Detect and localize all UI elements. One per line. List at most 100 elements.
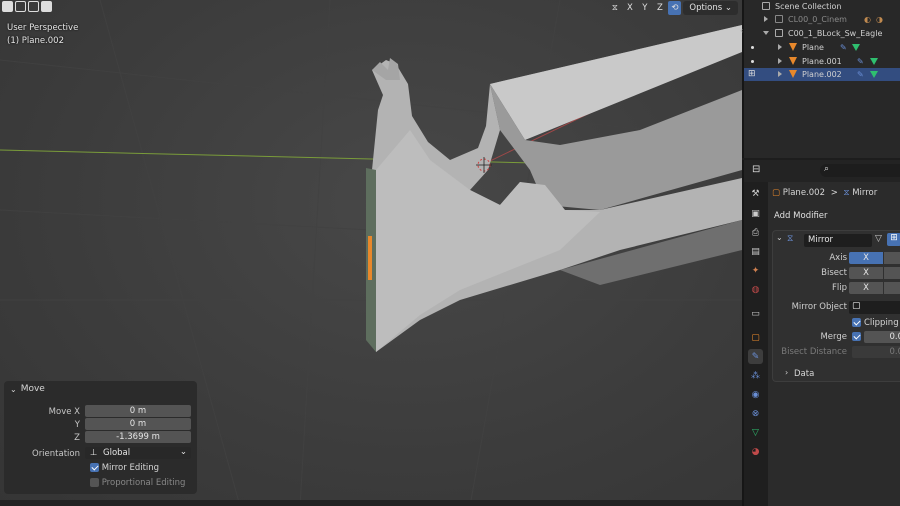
move-panel-header[interactable]: ⌄ Move: [4, 381, 197, 397]
outliner-item-scene-collection[interactable]: Scene Collection: [744, 0, 900, 13]
mirror-x-toggle[interactable]: X: [623, 1, 636, 15]
outliner-panel[interactable]: Scene Collection CL00_0_Cinem ◐ ◑ C00_1_…: [740, 0, 900, 158]
physics-icon: ◉: [751, 389, 760, 400]
wrench-icon: ✎: [751, 351, 760, 362]
viewport-mode-icons[interactable]: [2, 1, 52, 12]
flip-row: Flip X: [773, 282, 900, 294]
move-x-field[interactable]: 0 m: [85, 405, 191, 417]
modifier-name-input[interactable]: Mirror: [804, 234, 872, 247]
move-y-field[interactable]: 0 m: [85, 418, 191, 430]
axis-x-toggle[interactable]: X: [849, 252, 883, 264]
options-dropdown[interactable]: Options ⌄: [683, 1, 738, 15]
modifier-wrench-icon: ✎: [840, 43, 847, 52]
tab-particles[interactable]: ⁂: [748, 368, 763, 383]
move-y-row: Y 0 m: [4, 418, 197, 431]
tab-data[interactable]: ▽: [748, 425, 763, 440]
tab-tool[interactable]: ⚒: [748, 186, 763, 201]
visibility-dot-icon[interactable]: [751, 60, 754, 63]
tab-constraints[interactable]: ⊗: [748, 406, 763, 421]
material-icon: ◕: [751, 446, 760, 457]
tab-render[interactable]: ▣: [748, 206, 763, 221]
tab-material[interactable]: ◕: [748, 444, 763, 459]
merge-label: Merge: [820, 332, 847, 342]
tool-icon: ⚒: [751, 188, 760, 199]
chevron-down-icon[interactable]: [763, 31, 769, 35]
breadcrumb-modifier: Mirror: [852, 188, 878, 198]
chevron-down-icon[interactable]: ⌄: [776, 233, 783, 242]
chevron-right-icon: ›: [785, 368, 789, 377]
camera-data-icon: ◑: [876, 15, 883, 24]
tab-scene[interactable]: ✦: [748, 263, 763, 278]
constraints-icon: ⊗: [751, 408, 760, 419]
tab-output[interactable]: ⎙: [748, 225, 763, 240]
bisect-x-toggle[interactable]: X: [849, 267, 883, 279]
tab-collection[interactable]: ▭: [748, 306, 763, 321]
proportional-editing-checkbox[interactable]: [90, 478, 99, 487]
outliner-item-plane[interactable]: Plane ✎: [744, 41, 900, 54]
selected-edge: [368, 236, 372, 280]
orientation-select[interactable]: Global ⊥ ⌄: [85, 447, 191, 459]
realtime-toggle-icon[interactable]: ⊞: [887, 233, 900, 246]
flip-x-toggle[interactable]: X: [849, 282, 883, 294]
bisect-y-toggle[interactable]: [884, 267, 900, 279]
select-mode-icon[interactable]: [2, 1, 13, 12]
outliner-item-cl00-cinem[interactable]: CL00_0_Cinem ◐ ◑: [744, 13, 900, 26]
auto-merge-icon[interactable]: ⟲: [668, 1, 682, 15]
breadcrumb-separator: >: [830, 188, 838, 198]
outliner-item-label: CL00_0_Cinem: [788, 15, 847, 24]
mirror-object-field[interactable]: ▢: [849, 301, 900, 314]
tab-world[interactable]: ◍: [748, 282, 763, 297]
move-operator-panel[interactable]: ⌄ Move Move X 0 m Y 0 m Z -1.3699 m Orie…: [4, 381, 197, 494]
mirror-editing-checkbox[interactable]: [90, 463, 99, 472]
tab-view-layer[interactable]: ▤: [748, 244, 763, 259]
mirror-z-toggle[interactable]: Z: [653, 1, 666, 15]
editor-type-icon[interactable]: ⊟: [752, 164, 760, 175]
select-subtract-icon[interactable]: [28, 1, 39, 12]
select-extend-icon[interactable]: [15, 1, 26, 12]
proportional-editing-row[interactable]: Proportional Editing: [90, 478, 185, 488]
mirror-axis-icon[interactable]: ⧖: [608, 1, 621, 15]
chevron-right-icon[interactable]: [764, 16, 768, 22]
tab-object[interactable]: ▢: [748, 330, 763, 345]
axis-y-toggle[interactable]: [884, 252, 900, 264]
chevron-right-icon[interactable]: [778, 44, 782, 50]
chevron-left-icon[interactable]: ‹: [740, 26, 743, 35]
merge-distance-field[interactable]: 0.0: [864, 331, 900, 343]
data-section-header[interactable]: › Data: [773, 368, 900, 380]
tab-modifiers[interactable]: ✎: [748, 349, 763, 364]
bisect-distance-row: Bisect Distance 0.0: [773, 346, 900, 358]
move-x-row: Move X 0 m: [4, 405, 197, 418]
outliner-item-plane-001[interactable]: Plane.001 ✎: [744, 55, 900, 68]
add-modifier-button[interactable]: Add Modifier: [774, 211, 828, 221]
bisect-distance-field[interactable]: 0.0: [852, 346, 900, 358]
3d-viewport[interactable]: User Perspective (1) Plane.002 ⧖ X Y Z ⟲…: [0, 0, 742, 506]
clipping-checkbox[interactable]: [852, 318, 861, 327]
chevron-right-icon[interactable]: [778, 58, 782, 64]
mirror-modifier-panel[interactable]: ⌄ ⧖ Mirror ▽ ⊞ Axis X Bisect X Flip X Mi…: [772, 230, 900, 382]
edit-mode-icon[interactable]: ⊞: [748, 69, 756, 79]
data-section-label: Data: [794, 369, 815, 379]
outliner-item-c00-block-sw-eagle[interactable]: C00_1_BLock_Sw_Eagle: [744, 27, 900, 40]
chevron-right-icon[interactable]: [778, 71, 782, 77]
outliner-item-plane-002[interactable]: ⊞ Plane.002 ✎: [744, 68, 900, 81]
mirror-editing-row[interactable]: Mirror Editing: [90, 463, 159, 473]
mesh-data-icon: [870, 58, 878, 65]
properties-search-input[interactable]: ⌕: [820, 164, 900, 177]
merge-checkbox[interactable]: [852, 332, 861, 341]
viewport-title: User Perspective: [7, 23, 79, 33]
chevron-down-icon: ⌄: [10, 384, 17, 394]
axis-label: Axis: [829, 253, 847, 263]
properties-editor[interactable]: ⊟ ⌕ ⚒ ▣ ⎙ ▤ ✦ ◍ ▭ ▢ ✎ ⁂ ◉ ⊗ ▽ ◕ ▢ Plane.…: [742, 160, 900, 506]
modifier-wrench-icon: ✎: [857, 57, 864, 66]
edit-mode-toggle-icon[interactable]: ▽: [875, 234, 882, 244]
visibility-dot-icon[interactable]: [751, 46, 754, 49]
move-z-field[interactable]: -1.3699 m: [85, 431, 191, 443]
flip-y-toggle[interactable]: [884, 282, 900, 294]
clipping-row[interactable]: Clipping: [773, 317, 900, 329]
move-panel-title: Move: [20, 384, 45, 394]
select-intersect-icon[interactable]: [41, 1, 52, 12]
search-icon: ⌕: [824, 164, 830, 174]
mirror-y-toggle[interactable]: Y: [638, 1, 651, 15]
tab-physics[interactable]: ◉: [748, 387, 763, 402]
render-icon: ▣: [751, 208, 760, 219]
